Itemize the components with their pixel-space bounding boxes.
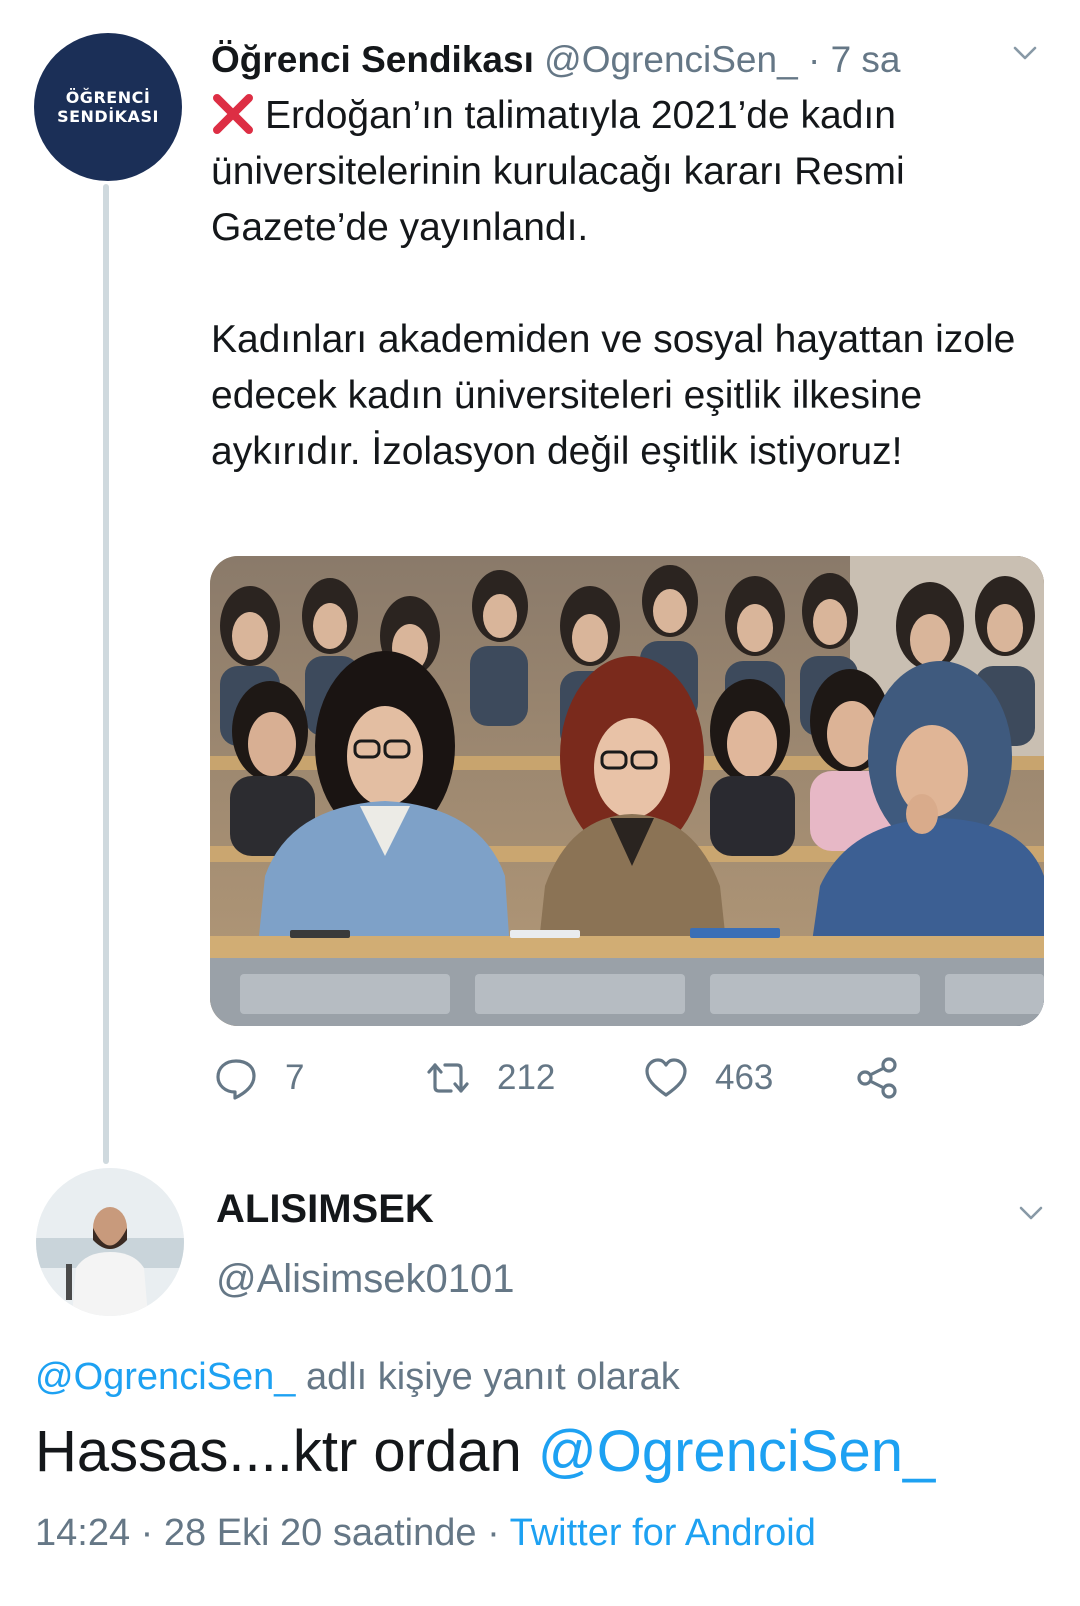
meta-separator: · bbox=[797, 39, 831, 80]
avatar-text-line2: SENDİKASI bbox=[57, 107, 159, 126]
retweet-button[interactable]: 212 bbox=[425, 1052, 555, 1104]
reply-text-mention[interactable]: @OgrenciSen_ bbox=[538, 1419, 935, 1484]
replying-to-mention[interactable]: @OgrenciSen_ bbox=[35, 1356, 295, 1398]
reply-button[interactable]: 7 bbox=[213, 1052, 304, 1104]
reply-time: 14:24 · 28 Eki 20 saatinde · bbox=[35, 1512, 510, 1554]
replying-to-line: @OgrenciSen_ adlı kişiye yanıt olarak bbox=[35, 1356, 680, 1399]
tweet-paragraph-2: Kadınları akademiden ve sosyal hayattan … bbox=[211, 318, 1016, 473]
reply-client-link[interactable]: Twitter for Android bbox=[510, 1512, 816, 1554]
reply-count: 7 bbox=[285, 1058, 305, 1097]
classroom-photo-illustration bbox=[210, 556, 1044, 1026]
tweet-text: Erdoğan’ın talimatıyla 2021’de kadın üni… bbox=[211, 88, 1031, 480]
tweet-paragraph-1-text: Erdoğan’ın talimatıyla 2021’de kadın üni… bbox=[211, 94, 905, 249]
reply-timestamp: 14:24 · 28 Eki 20 saatinde · Twitter for… bbox=[35, 1512, 816, 1555]
reply-text-body: Hassas....ktr ordan bbox=[35, 1419, 538, 1484]
share-button[interactable] bbox=[855, 1052, 927, 1104]
tweet-handle[interactable]: @OgrenciSen_ bbox=[544, 39, 798, 80]
reply-text: Hassas....ktr ordan @OgrenciSen_ bbox=[35, 1418, 935, 1485]
red-cross-mark-icon bbox=[213, 94, 253, 134]
tweet-paragraph-1: Erdoğan’ın talimatıyla 2021’de kadın üni… bbox=[211, 88, 1031, 256]
tweet-photo[interactable] bbox=[210, 556, 1044, 1026]
profile-photo-illustration bbox=[36, 1168, 184, 1316]
heart-icon bbox=[645, 1058, 687, 1097]
like-button[interactable]: 463 bbox=[643, 1052, 773, 1104]
retweet-count: 212 bbox=[497, 1058, 556, 1097]
thread-line bbox=[103, 184, 109, 1164]
share-icon bbox=[857, 1057, 897, 1099]
reply-bubble-icon bbox=[216, 1059, 256, 1100]
chevron-down-icon[interactable] bbox=[1012, 40, 1038, 66]
tweet-display-name[interactable]: Öğrenci Sendikası bbox=[211, 39, 534, 80]
reply-handle[interactable]: @Alisimsek0101 bbox=[216, 1257, 515, 1302]
avatar-ogrenci-sendikasi[interactable]: ÖĞRENCİ SENDİKASI bbox=[34, 33, 182, 181]
retweet-icon bbox=[427, 1063, 469, 1093]
chevron-down-icon[interactable] bbox=[1018, 1200, 1044, 1226]
avatar-alisimsek[interactable] bbox=[36, 1168, 184, 1316]
replying-to-suffix: adlı kişiye yanıt olarak bbox=[295, 1356, 680, 1398]
like-count: 463 bbox=[715, 1058, 774, 1097]
avatar-text-line1: ÖĞRENCİ bbox=[65, 88, 151, 107]
reply-display-name[interactable]: ALISIMSEK bbox=[216, 1187, 434, 1232]
tweet-time[interactable]: 7 sa bbox=[831, 39, 901, 80]
tweet-header: Öğrenci Sendikası @OgrenciSen_ · 7 sa bbox=[211, 38, 901, 82]
